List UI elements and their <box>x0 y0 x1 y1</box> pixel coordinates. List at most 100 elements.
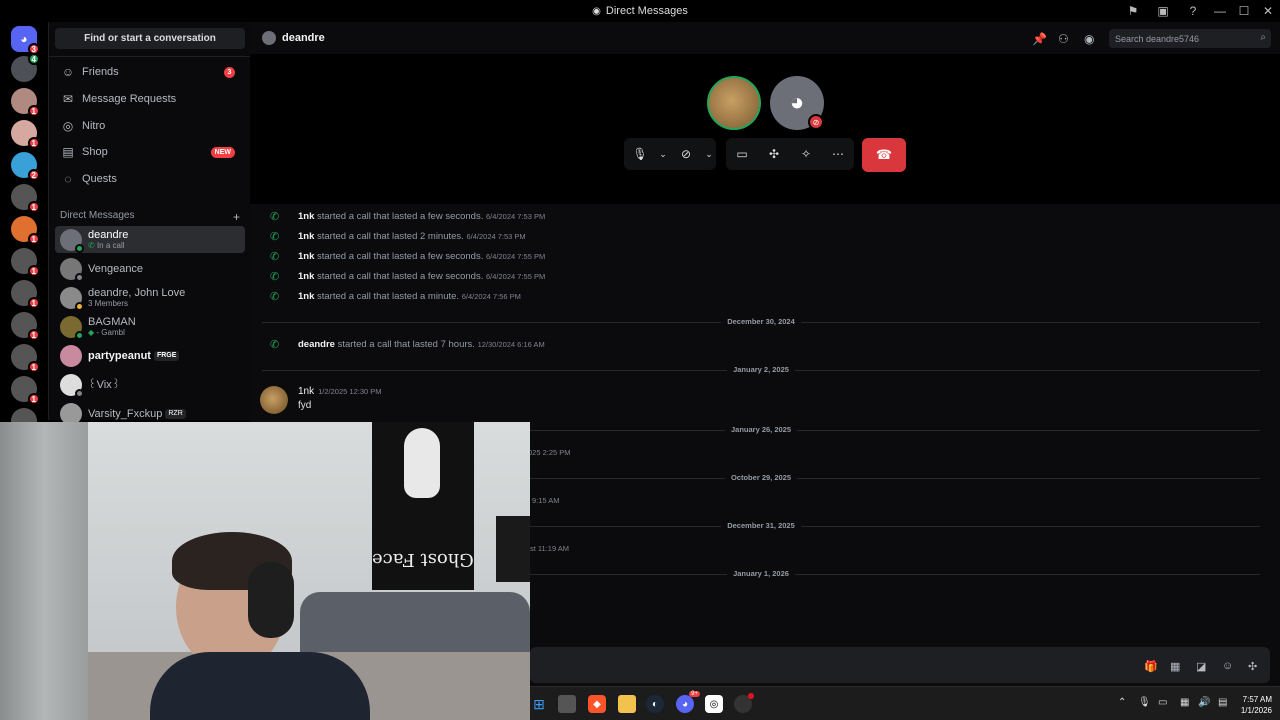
dm-item-deandre[interactable]: deandre ✆ In a call <box>55 226 245 253</box>
pin-icon[interactable]: 📌 <box>1032 32 1047 46</box>
call-actions: ▭ ✣ ✧ ⋯ <box>726 138 854 170</box>
status-dot <box>75 272 84 282</box>
add-friends-icon[interactable]: ⚇ <box>1058 32 1069 46</box>
microphone-icon[interactable]: 🎙 <box>624 138 656 170</box>
recording-dot-icon <box>748 693 754 699</box>
channel-name: deandre <box>282 32 325 44</box>
nav-quests[interactable]: ◌ Quests <box>55 167 245 191</box>
title-bar: ◉ Direct Messages ⚑ ▣ ? — ☐ ✕ <box>0 0 1280 22</box>
apps-icon[interactable]: ✣ <box>1248 660 1257 673</box>
dm-avatar[interactable]: 1 <box>11 184 40 213</box>
app-icon[interactable] <box>734 693 754 713</box>
network-icon[interactable]: ▦ <box>1180 697 1189 708</box>
dm-avatar[interactable]: 1 <box>11 376 40 405</box>
gift-icon[interactable]: 🎁 <box>1144 660 1158 673</box>
dm-item-vix[interactable]: ꒰Vix꒱ <box>55 371 245 398</box>
display-icon[interactable]: ▤ <box>1218 697 1227 708</box>
dm-avatar[interactable]: 2 <box>11 152 40 181</box>
dm-avatar[interactable]: 1 <box>11 344 40 373</box>
volume-icon[interactable]: 🔊 <box>1198 697 1210 708</box>
soundboard-icon[interactable]: ✧ <box>790 138 822 170</box>
dm-avatar[interactable]: 1 <box>11 120 40 149</box>
chevron-up-icon[interactable]: ⌃ <box>1118 697 1126 708</box>
avatar <box>60 373 84 398</box>
flag-icon[interactable]: ⚑ <box>1118 0 1148 22</box>
muted-icon: ⊘ <box>808 114 824 130</box>
dm-avatar[interactable]: 4 <box>11 53 40 82</box>
nitro-icon: ◎ <box>62 119 74 133</box>
date-divider: January 2, 2025 <box>262 364 1260 376</box>
app-icon[interactable] <box>558 695 576 713</box>
search-input[interactable]: Search deandre5746 ⌕ <box>1109 29 1271 48</box>
dm-avatar[interactable]: 1 <box>11 88 40 117</box>
poster-mask <box>404 428 440 498</box>
camera-off-icon[interactable]: ⊘ <box>670 138 702 170</box>
nav-friends[interactable]: ☺ Friends 3 <box>55 60 245 84</box>
dm-item-group[interactable]: deandre, John Love 3 Members <box>55 284 245 311</box>
pc-tower <box>496 516 530 582</box>
dm-item-bagman[interactable]: BAGMAN ◆ - Gambl <box>55 313 245 340</box>
mail-icon: ✉ <box>62 92 74 106</box>
friends-badge: 3 <box>224 66 235 78</box>
avatar[interactable] <box>260 386 288 414</box>
nav-shop[interactable]: ▤ Shop NEW <box>55 140 245 164</box>
phone-icon: ✆ <box>270 270 280 283</box>
activities-icon[interactable]: ✣ <box>758 138 790 170</box>
call-log-entry: ✆ 1nk started a call that lasted a few se… <box>270 270 546 283</box>
chevron-down-icon[interactable]: ⌄ <box>656 138 670 170</box>
dm-avatar[interactable]: 1 <box>11 312 40 341</box>
add-dm-icon[interactable]: + <box>233 210 240 224</box>
participant-avatar[interactable]: ◕ ⊘ <box>770 76 824 130</box>
help-icon[interactable]: ? <box>1178 0 1208 22</box>
maximize-button[interactable]: ☐ <box>1232 0 1256 22</box>
dm-header: Direct Messages + <box>60 210 240 224</box>
dm-avatar[interactable]: 1 <box>11 280 40 309</box>
steam-icon[interactable]: ◐ <box>646 695 664 713</box>
hang-up-button[interactable]: ☎ <box>862 138 906 172</box>
unread-badge: 1 <box>27 329 40 341</box>
obs-icon[interactable]: ◎ <box>705 695 723 713</box>
divider <box>49 56 251 57</box>
dm-avatar[interactable]: 1 <box>11 248 40 277</box>
start-icon[interactable]: ⊞ <box>530 695 548 713</box>
emoji-icon[interactable]: ☺ <box>1222 660 1233 672</box>
curtain <box>0 422 88 720</box>
minimize-button[interactable]: — <box>1208 0 1232 22</box>
dm-avatar[interactable]: 1 <box>11 216 40 245</box>
channel-header: deandre 📌 ⚇ ◉ Search deandre5746 ⌕ <box>250 22 1280 54</box>
brave-icon[interactable]: ◆ <box>588 695 606 713</box>
user-profile-icon[interactable]: ◉ <box>1084 32 1094 46</box>
dm-item-partypeanut[interactable]: partypeanut FRGE <box>55 342 245 369</box>
participant-avatar[interactable] <box>707 76 761 130</box>
clock[interactable]: 7:57 AM 1/1/2026 <box>1241 694 1272 716</box>
sticker-icon[interactable]: ◪ <box>1196 660 1206 673</box>
message-input[interactable]: 🎁 ▦ ◪ ☺ ✣ <box>530 647 1270 683</box>
discord-logo-icon: ◉ <box>592 5 601 17</box>
discord-taskbar-icon[interactable]: ◕ 9+ <box>676 691 700 713</box>
shop-icon: ▤ <box>62 145 74 159</box>
more-icon[interactable]: ⋯ <box>822 138 854 170</box>
dm-item-vengeance[interactable]: Vengeance <box>55 255 245 282</box>
gif-icon[interactable]: ▦ <box>1170 660 1180 673</box>
phone-icon: ✆ <box>270 230 280 243</box>
nav-nitro[interactable]: ◎ Nitro <box>55 114 245 138</box>
inbox-icon[interactable]: ▣ <box>1148 0 1178 22</box>
author-name[interactable]: 1nk <box>298 386 314 397</box>
close-button[interactable]: ✕ <box>1256 0 1280 22</box>
discord-icon: ◕ <box>789 89 805 116</box>
find-conversation-button[interactable]: Find or start a conversation <box>55 28 245 49</box>
home-button[interactable]: ◕ 3 <box>11 26 40 55</box>
battery-icon[interactable]: ▭ <box>1158 697 1167 708</box>
notification-badge: 9+ <box>689 691 700 697</box>
microphone-icon[interactable]: 🎙 <box>1138 697 1151 708</box>
status-dot <box>75 330 84 340</box>
chevron-down-icon[interactable]: ⌄ <box>702 138 716 170</box>
nav-message-requests[interactable]: ✉ Message Requests <box>55 87 245 111</box>
unread-badge: 1 <box>27 361 40 373</box>
call-log-entry: ✆ 1nk started a call that lasted a few se… <box>270 250 546 263</box>
folder-icon[interactable] <box>618 695 636 713</box>
unread-badge: 1 <box>27 393 40 405</box>
screen-share-icon[interactable]: ▭ <box>726 138 758 170</box>
call-log-entry: ✆ 1nk started a call that lasted a few se… <box>270 210 546 223</box>
message-text: fyd <box>298 400 312 411</box>
